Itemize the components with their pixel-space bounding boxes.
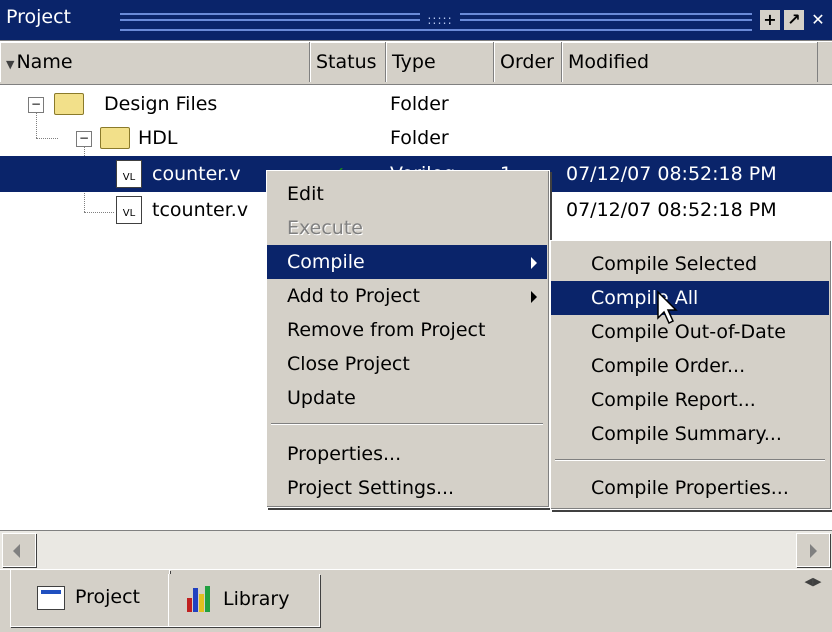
column-header-name[interactable]: ▼ Name xyxy=(0,42,310,82)
tree-item-type: Folder xyxy=(390,127,449,149)
column-header-status[interactable]: Status xyxy=(310,42,386,82)
bottom-tab-bar: Project Library ◀▶ xyxy=(0,570,832,632)
column-header-modified[interactable]: Modified xyxy=(562,42,818,82)
library-icon xyxy=(187,586,215,612)
tab-project-label: Project xyxy=(75,586,141,608)
menu-item-properties[interactable]: Properties... xyxy=(267,437,547,471)
submenu-item-compile-selected[interactable]: Compile Selected xyxy=(551,247,829,281)
submenu-item-compile-order[interactable]: Compile Order... xyxy=(551,349,829,383)
submenu-item-compile-out-of-date[interactable]: Compile Out-of-Date xyxy=(551,315,829,349)
compile-submenu: Compile Selected Compile All Compile Out… xyxy=(550,240,832,510)
menu-item-project-settings[interactable]: Project Settings... xyxy=(267,471,547,505)
submenu-arrow-icon xyxy=(531,257,537,269)
tab-library[interactable]: Library xyxy=(168,574,320,627)
submenu-item-compile-report[interactable]: Compile Report... xyxy=(551,383,829,417)
tab-library-label: Library xyxy=(223,588,290,610)
submenu-item-compile-properties[interactable]: Compile Properties... xyxy=(551,471,829,505)
column-modified-label: Modified xyxy=(568,51,650,73)
scroll-left-button[interactable] xyxy=(2,533,36,567)
menu-separator xyxy=(555,459,825,461)
tab-project[interactable]: Project xyxy=(10,570,170,627)
menu-separator xyxy=(271,423,543,425)
tree-row-design-files[interactable]: − Design Files Folder xyxy=(0,86,832,122)
submenu-item-compile-all[interactable]: Compile All xyxy=(551,281,829,315)
menu-item-add-to-project[interactable]: Add to Project xyxy=(267,279,547,313)
dock-icon[interactable]: + xyxy=(760,10,780,30)
menu-item-add-label: Add to Project xyxy=(287,285,420,307)
context-menu: Edit Execute Compile Add to Project Remo… xyxy=(266,170,550,508)
tree-item-modified: 07/12/07 08:52:18 PM xyxy=(566,199,777,221)
column-order-label: Order xyxy=(500,51,554,73)
column-header-row: ▼ Name Status Type Order Modified xyxy=(0,42,832,85)
left-arrow-icon xyxy=(13,544,20,558)
grip-handle-icon[interactable]: ::::: xyxy=(420,11,460,29)
tree-item-type: Folder xyxy=(390,93,449,115)
sort-arrow-icon: ▼ xyxy=(6,58,15,71)
submenu-arrow-icon xyxy=(531,291,537,303)
menu-item-compile-label: Compile xyxy=(287,251,365,273)
menu-item-remove-from-project[interactable]: Remove from Project xyxy=(267,313,547,347)
column-status-label: Status xyxy=(316,51,377,73)
horizontal-scrollbar[interactable] xyxy=(0,530,832,569)
column-header-type[interactable]: Type xyxy=(386,42,494,82)
close-icon[interactable]: ✕ xyxy=(808,10,828,30)
folder-icon xyxy=(54,93,84,115)
menu-item-execute: Execute xyxy=(287,217,363,239)
folder-icon xyxy=(100,127,130,149)
menu-item-edit[interactable]: Edit xyxy=(267,177,547,211)
project-icon xyxy=(37,586,65,610)
tree-item-name: HDL xyxy=(138,127,178,149)
tree-item-modified: 07/12/07 08:52:18 PM xyxy=(566,163,777,185)
tree-item-name: counter.v xyxy=(152,163,241,185)
verilog-file-icon: VL xyxy=(116,160,142,188)
panel-title: Project xyxy=(6,6,72,28)
tree-item-name: Design Files xyxy=(104,93,218,115)
column-header-order[interactable]: Order xyxy=(494,42,562,82)
undock-icon[interactable]: ↗ xyxy=(784,10,804,30)
right-arrow-icon xyxy=(810,544,817,558)
menu-item-compile[interactable]: Compile xyxy=(267,245,547,279)
submenu-item-compile-summary[interactable]: Compile Summary... xyxy=(551,417,829,451)
tree-row-hdl[interactable]: − HDL Folder xyxy=(0,120,832,156)
column-type-label: Type xyxy=(392,51,436,73)
tab-scroll-icon[interactable]: ◀▶ xyxy=(796,572,830,592)
collapse-icon[interactable]: − xyxy=(76,131,92,147)
tree-item-name: tcounter.v xyxy=(152,199,249,221)
menu-item-update[interactable]: Update xyxy=(267,381,547,415)
menu-item-close-project[interactable]: Close Project xyxy=(267,347,547,381)
panel-title-bar[interactable]: Project ::::: + ↗ ✕ xyxy=(0,0,832,40)
mouse-cursor-icon xyxy=(657,290,678,325)
collapse-icon[interactable]: − xyxy=(28,97,44,113)
verilog-file-icon: VL xyxy=(116,196,142,224)
column-name-label: Name xyxy=(16,51,73,73)
scroll-right-button[interactable] xyxy=(796,533,830,567)
